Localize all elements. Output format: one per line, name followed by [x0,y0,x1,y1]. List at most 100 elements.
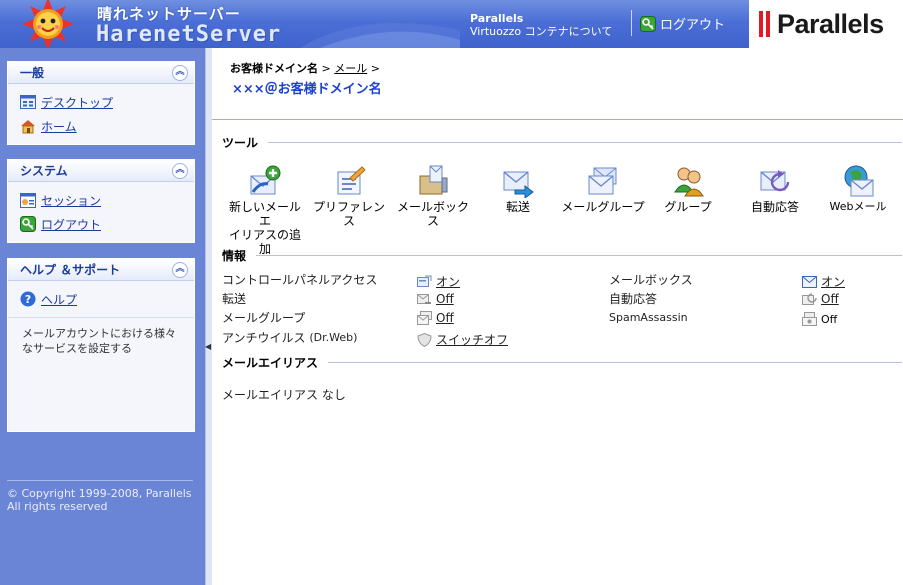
sun-mascot-logo [22,0,74,48]
mail-icon [802,275,817,288]
status-antivirus-value[interactable]: スイッチオフ [436,331,508,348]
sidebar-item-home-label[interactable]: ホーム [41,118,77,135]
help-description: メールアカウントにおける様々なサービスを設定する [8,317,194,356]
status-cp-access[interactable]: オン [417,273,460,290]
info-label-mail-group: メールグループ [222,311,306,325]
status-autoresponder[interactable]: Off [802,292,839,306]
info-label-forwarding: 転送 [222,292,247,306]
sidebar-item-sessions[interactable]: セッション [20,188,194,212]
status-antivirus[interactable]: スイッチオフ [417,331,508,348]
header-logout-button[interactable]: ログアウト [640,14,725,33]
header-decoration [300,23,460,48]
tools-section-header: ツール [222,134,902,151]
key-icon [20,216,36,232]
tool-mailbox[interactable]: メールボックス [392,164,474,228]
collapse-icon[interactable]: ︽ [172,64,188,81]
panel-help-title: ヘルプ ＆サポート [20,263,121,277]
panel-general-title: 一般 [20,66,45,80]
brand-name-en: HarenetServer [96,22,282,47]
status-spamassassin-value: Off [821,312,838,326]
home-icon [21,119,35,133]
tool-group[interactable]: グループ [656,164,720,214]
autoresponder-icon [760,170,790,192]
tool-preferences-label: プリファレンス [312,200,385,228]
status-forwarding[interactable]: Off [417,292,454,306]
help-icon: ? [20,291,36,307]
status-spamassassin: Off [802,312,837,326]
panel-system: システム ︽ セッション ログアウト [7,159,195,243]
tool-mail-group[interactable]: メールグループ [558,164,648,214]
status-forwarding-value[interactable]: Off [436,292,454,306]
parallels-bars-icon [759,11,771,37]
mailbox-icon [419,165,448,195]
title-divider [212,119,903,120]
tool-preferences[interactable]: プリファレンス [310,164,388,228]
status-mail-group[interactable]: Off [417,311,454,325]
breadcrumb-domain: お客様ドメイン名 [230,62,318,75]
sidebar-item-help[interactable]: ? ヘルプ [20,287,194,311]
sidebar-item-help-label[interactable]: ヘルプ [41,291,77,308]
status-cp-access-value[interactable]: オン [436,273,460,290]
collapse-icon[interactable]: ︽ [172,162,188,179]
parallels-logo: Parallels [749,0,903,48]
info-label-antivirus: アンチウイルス (Dr.Web) [222,329,357,346]
forward-icon [503,171,534,198]
forward-off-icon [417,294,431,304]
mail-group-off-icon [417,311,432,325]
tool-forwarding[interactable]: 転送 [488,164,548,214]
tool-webmail[interactable]: Webメール [826,164,890,214]
main-content: お客様ドメイン名 > メール > ×××＠お客様ドメイン名 ツール 新しいメール… [212,48,903,585]
sidebar-item-sessions-label[interactable]: セッション [41,192,101,209]
tool-add-mail-alias[interactable]: 新しいメールエ イリアスの追加 [224,164,306,256]
sidebar-item-home[interactable]: ホーム [20,114,194,138]
panel-system-header[interactable]: システム ︽ [8,160,194,182]
control-panel-icon [417,275,432,287]
about-virtuozzo-link[interactable]: Parallels Virtuozzo コンテナについて [470,12,612,38]
top-header: 晴れネットサーバー HarenetServer Parallels Virtuo… [0,0,903,48]
header-divider [631,10,632,36]
svg-text:?: ? [25,293,31,306]
sidebar-splitter[interactable] [205,48,212,585]
page-title: ×××＠お客様ドメイン名 [232,82,382,97]
aliases-empty-message: メールエイリアス なし [222,388,346,402]
about-line-1: Parallels [470,12,524,25]
sidebar-item-logout-label[interactable]: ログアウト [41,216,101,233]
tool-autoresponder[interactable]: 自動応答 [740,164,810,214]
header-logout-label: ログアウト [660,18,726,33]
copyright-line-2: All rights reserved [7,500,108,513]
info-label-mailbox: メールボックス [609,273,693,287]
panel-help: ヘルプ ＆サポート ︽ ? ヘルプ メールアカウントにおける様々なサービスを設定… [7,258,195,432]
autoresponder-off-icon [802,293,817,305]
tools-heading: ツール [222,136,259,150]
preferences-icon [337,166,366,195]
status-mail-group-value[interactable]: Off [436,311,454,325]
collapse-sidebar-arrow-icon[interactable]: ◀ [205,342,211,351]
about-line-2: Virtuozzo コンテナについて [470,25,613,38]
sidebar-item-desktop-label[interactable]: デスクトップ [41,94,113,111]
tool-webmail-label: Webメール [829,200,887,213]
breadcrumb-mail-link[interactable]: メール [334,62,367,75]
panel-general-header[interactable]: 一般 ︽ [8,62,194,84]
status-autoresponder-value[interactable]: Off [821,292,839,306]
panel-general: 一般 ︽ デスクトップ ホーム [7,61,195,145]
collapse-icon[interactable]: ︽ [172,261,188,278]
tool-mailbox-label: メールボックス [396,200,469,228]
copyright-line-1: © Copyright 1999-2008, Parallels [7,487,192,500]
info-label-spamassassin: SpamAssassin [609,311,688,324]
status-mailbox-value[interactable]: オン [821,273,845,290]
info-section-header: 情報 [222,247,902,264]
left-sidebar: 一般 ︽ デスクトップ ホーム システム ︽ セッション ログアウト ヘルプ ＆… [0,48,205,585]
info-label-autoresponder: 自動応答 [609,292,658,306]
breadcrumb-separator: > [318,62,335,75]
mail-group-icon [588,167,617,195]
status-mailbox[interactable]: オン [802,273,845,290]
group-icon [674,167,704,197]
sidebar-item-desktop[interactable]: デスクトップ [20,90,194,114]
parallels-wordmark: Parallels [777,8,884,39]
panel-help-header[interactable]: ヘルプ ＆サポート ︽ [8,259,194,281]
sessions-icon [20,192,36,208]
sidebar-item-logout[interactable]: ログアウト [20,212,194,236]
key-icon [640,15,656,32]
info-heading: 情報 [222,249,247,263]
add-alias-icon [250,165,281,195]
